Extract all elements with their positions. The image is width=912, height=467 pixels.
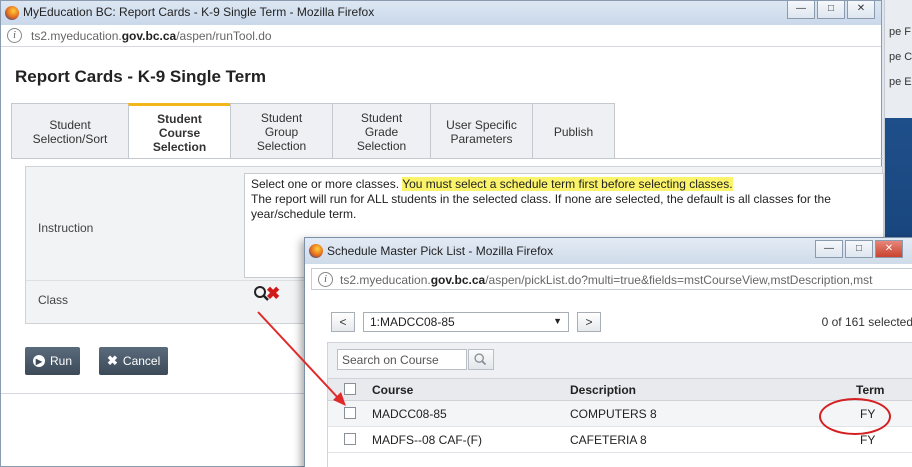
minimize-button[interactable]: — xyxy=(787,1,815,19)
course-cell: MADCC08-85 xyxy=(372,407,447,421)
next-term-button[interactable]: > xyxy=(577,312,601,332)
popup-window-title: Schedule Master Pick List - Mozilla Fire… xyxy=(327,244,554,258)
instruction-label: Instruction xyxy=(38,221,94,235)
tab-label: Student Grade Selection xyxy=(356,110,407,153)
column-header-description[interactable]: Description xyxy=(570,383,636,397)
annotation-circle xyxy=(819,398,891,435)
close-button[interactable]: ✕ xyxy=(847,1,875,19)
cancel-button[interactable]: ✖ Cancel xyxy=(99,347,169,375)
background-text: pe C xyxy=(889,51,912,63)
background-text: pe E xyxy=(889,76,912,88)
tab-student-course-selection[interactable]: Student Course Selection xyxy=(128,103,231,159)
row-checkbox[interactable] xyxy=(344,407,356,419)
firefox-icon xyxy=(5,6,19,20)
column-header-term[interactable]: Term xyxy=(856,383,884,397)
run-button[interactable]: ▶ Run xyxy=(25,347,81,375)
play-icon: ▶ xyxy=(33,355,45,367)
pick-list-window: Schedule Master Pick List - Mozilla Fire… xyxy=(304,237,912,467)
instruction-highlight: You must select a schedule term first be… xyxy=(402,177,733,191)
table-row[interactable]: MADFS--08 CAF-(F) CAFETERIA 8 FY xyxy=(328,427,912,453)
close-icon: ✖ xyxy=(107,353,118,368)
popup-titlebar[interactable]: Schedule Master Pick List - Mozilla Fire… xyxy=(305,238,912,264)
tab-label: User Specific Parameters xyxy=(446,117,517,146)
description-cell: CAFETERIA 8 xyxy=(570,433,647,447)
popup-address-bar[interactable]: i ts2.myeducation.gov.bc.ca/aspen/pickLi… xyxy=(311,268,912,290)
previous-term-button[interactable]: < xyxy=(331,312,355,332)
course-grid: Search on Course Course Description Term… xyxy=(327,342,912,467)
main-window-title: MyEducation BC: Report Cards - K-9 Singl… xyxy=(23,5,375,19)
tab-label: Publish xyxy=(553,124,594,139)
background-text: pe F xyxy=(889,26,912,38)
search-icon[interactable] xyxy=(468,349,494,370)
term-select[interactable]: 1:MADCC08-85 ▼ xyxy=(363,312,569,332)
page-title: Report Cards - K-9 Single Term xyxy=(15,67,266,86)
column-header-course[interactable]: Course xyxy=(372,383,413,397)
term-navigation: < 1:MADCC08-85 ▼ > 0 of 161 selected xyxy=(327,310,912,334)
firefox-icon xyxy=(309,244,323,258)
course-cell: MADFS--08 CAF-(F) xyxy=(372,433,482,447)
term-select-value: 1:MADCC08-85 xyxy=(370,315,455,329)
class-label: Class xyxy=(38,293,69,307)
search-bar: Search on Course xyxy=(328,343,912,379)
tab-divider xyxy=(11,158,883,159)
table-header: Course Description Term xyxy=(328,379,912,401)
instruction-rest: The report will run for ALL students in … xyxy=(251,192,831,221)
tab-user-specific-parameters[interactable]: User Specific Parameters xyxy=(430,103,533,159)
info-icon[interactable]: i xyxy=(7,28,22,43)
tab-label: Student Selection/Sort xyxy=(32,117,108,146)
run-label: Run xyxy=(50,354,73,368)
search-input[interactable]: Search on Course xyxy=(337,349,467,370)
tab-student-grade-selection[interactable]: Student Grade Selection xyxy=(332,103,431,159)
info-icon[interactable]: i xyxy=(318,272,333,287)
tab-publish[interactable]: Publish xyxy=(532,103,615,159)
row-checkbox[interactable] xyxy=(344,433,356,445)
main-titlebar[interactable]: MyEducation BC: Report Cards - K-9 Singl… xyxy=(1,1,881,25)
selection-count: 0 of 161 selected xyxy=(821,315,912,329)
tab-label: Student Course Selection xyxy=(152,111,207,154)
maximize-button[interactable]: □ xyxy=(845,240,873,258)
instruction-plain: Select one or more classes. xyxy=(251,177,403,191)
description-cell: COMPUTERS 8 xyxy=(570,407,657,421)
popup-url-text: ts2.myeducation.gov.bc.ca/aspen/pickList… xyxy=(340,273,873,287)
chevron-down-icon: ▼ xyxy=(553,316,562,326)
url-text: ts2.myeducation.gov.bc.ca/aspen/runTool.… xyxy=(31,29,272,43)
tab-label: Student Group Selection xyxy=(256,110,307,153)
tab-student-selection-sort[interactable]: Student Selection/Sort xyxy=(11,103,129,159)
tab-student-group-selection[interactable]: Student Group Selection xyxy=(230,103,333,159)
maximize-button[interactable]: □ xyxy=(817,1,845,19)
clear-icon[interactable]: ✖ xyxy=(266,284,280,304)
address-bar[interactable]: i ts2.myeducation.gov.bc.ca/aspen/runToo… xyxy=(1,25,881,47)
minimize-button[interactable]: — xyxy=(815,240,843,258)
term-cell: FY xyxy=(860,433,876,447)
popup-window-controls: — □ ✕ xyxy=(815,240,903,258)
window-controls: — □ ✕ xyxy=(787,1,875,19)
cancel-label: Cancel xyxy=(122,354,161,368)
select-all-checkbox[interactable] xyxy=(344,383,356,395)
close-button[interactable]: ✕ xyxy=(875,240,903,258)
tab-bar: Student Selection/Sort Student Course Se… xyxy=(11,103,615,159)
